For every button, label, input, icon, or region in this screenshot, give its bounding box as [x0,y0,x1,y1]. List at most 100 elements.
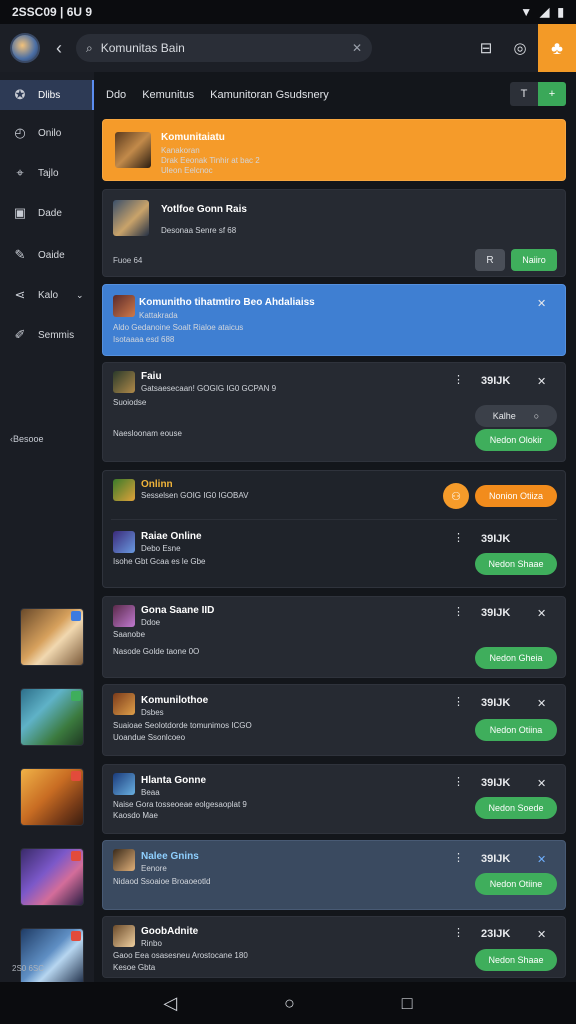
secondary-button[interactable]: R [475,249,505,271]
more-icon[interactable]: ⋮ [453,926,464,939]
community-avatar [113,371,135,393]
community-card[interactable]: Komunilothoe Dsbes Suaioae Seolotdorde t… [102,684,566,756]
community-icon[interactable]: ♣ [538,24,576,72]
close-icon[interactable]: ✕ [537,928,546,941]
sidebar-sub-link[interactable]: ‹Besooe [10,434,44,444]
sidebar-footer: 2S0 6SC [12,964,45,973]
tab-ddo[interactable]: Ddo [106,89,126,101]
sidebar-item-label: Kalo [38,289,59,301]
card-description: Aldo Gedanoine Soalt Rialoe ataicus [113,323,244,332]
chevron-down-icon: ⌄ [76,289,84,300]
card-subtitle: Sesselsen GOIG IG0 IGOBAV [141,491,249,500]
community-card[interactable]: Faiu Gatsaesecaan! GOGIG IG0 GCPAN 9 Suo… [102,362,566,462]
back-icon[interactable]: ‹ [48,38,70,59]
sidebar-sub-label: Besooe [13,434,44,444]
sidebar-item-tajlo[interactable]: ⌖ Tajlo [0,158,94,188]
game-thumbnail[interactable] [20,768,84,826]
card-description: Naise Gora tosseoeae eolgesaoplat 9 [113,800,247,809]
close-icon[interactable]: ✕ [537,607,546,620]
member-count: 23IJK [481,928,511,940]
card-meta: Nasode Golde taone 0O [113,647,200,656]
more-icon[interactable]: ⋮ [453,531,464,544]
wifi-icon: ▼ [520,5,533,19]
join-button[interactable]: Nedon Shaae [475,553,557,575]
card-title: Yotlfoe Gonn Rais [161,204,247,215]
join-button[interactable]: Nedon Olokir [475,429,557,451]
bookmark-icon[interactable]: ⊟ [474,36,498,60]
close-icon[interactable]: ✕ [537,777,546,790]
add-button[interactable]: + [538,82,566,106]
card-title: Komunitho tihatmtiro Beo Ahdaliaiss [139,297,315,308]
pencil-icon: ✐ [14,327,26,342]
close-icon[interactable]: ✕ [537,697,546,710]
toggle-button[interactable]: Kalhe ○ [475,405,557,427]
sidebar-item-dlibs[interactable]: ✪ Dlibs [0,80,94,110]
more-icon[interactable]: ⋮ [453,775,464,788]
card-subtitle: Ddoe [141,618,161,627]
camera-icon[interactable]: ◎ [508,36,532,60]
community-card[interactable]: Komunitaiatu Kanakoran Drak Eeonak Tinhi… [102,119,566,181]
more-icon[interactable]: ⋮ [453,373,464,386]
close-icon[interactable]: ✕ [537,375,546,388]
action-button[interactable]: Nonion Otiiza [475,485,557,507]
battery-icon: ▮ [557,5,564,19]
signal-icon: ◢ [540,5,550,19]
close-icon[interactable]: ✕ [537,853,546,866]
thumbnail-badge [71,691,81,701]
recents-nav-icon[interactable]: □ [402,993,413,1014]
notify-icon[interactable]: ⚇ [443,483,469,509]
home-nav-icon[interactable]: ○ [284,993,295,1014]
join-button[interactable]: Nedon Shaae [475,949,557,971]
game-thumbnail[interactable] [20,928,84,986]
card-title: Komunitaiatu [161,132,225,143]
sidebar: ✪ Dlibs ◴ Onilo ⌖ Tajlo ▣ Dade ✎ Oaide ⋖… [0,72,94,986]
community-card[interactable]: Onlinn Sesselsen GOIG IG0 IGOBAV ⚇ Nonio… [102,470,566,588]
avatar[interactable] [10,33,40,63]
card-title: Faiu [141,371,162,382]
community-card[interactable]: GoobAdnite Rinbo Gaoo Eea osasesneu Aros… [102,916,566,978]
more-icon[interactable]: ⋮ [453,695,464,708]
join-button[interactable]: Nedon Otiina [475,719,557,741]
community-avatar [113,925,135,947]
community-card[interactable]: Nalee Gnins Eenore Nidaod Ssoaioe Broaoe… [102,840,566,910]
community-card[interactable]: Komunitho tihatmtiro Beo Ahdaliaiss Katt… [102,284,566,356]
search-input[interactable]: Komunitas Bain [101,41,344,55]
search-bar[interactable]: ⌕ Komunitas Bain ✕ [76,34,372,62]
join-button[interactable]: Nedon Gheia [475,647,557,669]
join-button[interactable]: Nedon Soede [475,797,557,819]
card-subtitle: Kattakrada [139,311,178,320]
sidebar-item-semmis[interactable]: ✐ Semmis [0,320,94,350]
game-thumbnail[interactable] [20,848,84,906]
status-bar: 2SSC09 | 6U 9 ▼ ◢ ▮ [0,0,576,24]
community-card[interactable]: Yotlfoe Gonn Rais Desonaa Senre sf 68 Fu… [102,189,566,277]
top-bar: ‹ ⌕ Komunitas Bain ✕ ⊟ ◎ ♣ [0,24,576,72]
more-icon[interactable]: ⋮ [453,851,464,864]
filter-button[interactable]: T [510,82,538,106]
pin-icon: ⌖ [16,165,24,180]
sidebar-item-dade[interactable]: ▣ Dade [0,198,94,228]
more-icon[interactable]: ⋮ [453,605,464,618]
system-nav-bar: ◁ ○ □ [0,982,576,1024]
clear-icon[interactable]: ✕ [352,41,362,55]
card-subtitle: Debo Esne [141,544,181,553]
card-meta: Kaosdo Mae [113,811,158,820]
back-nav-icon[interactable]: ◁ [163,993,177,1014]
tab-kemunitus[interactable]: Kemunitus [142,89,194,101]
community-card[interactable]: Gona Saane IID Ddoe Saanobe Nasode Golde… [102,596,566,678]
join-button[interactable]: Nedon Otiine [475,873,557,895]
game-thumbnail[interactable] [20,608,84,666]
community-card[interactable]: Hlanta Gonne Beaa Naise Gora tosseoeae e… [102,764,566,834]
join-button[interactable]: Naiiro [511,249,557,271]
community-avatar [113,200,149,236]
tab-kamunitoran[interactable]: Kamunitoran Gsudsnery [210,89,329,101]
member-count: 39IJK [481,607,511,619]
sidebar-item-onilo[interactable]: ◴ Onilo [0,118,94,148]
sidebar-item-kalo[interactable]: ⋖ Kalo ⌄ [0,280,94,310]
card-subtitle: Kanakoran [161,146,200,155]
sidebar-item-oaide[interactable]: ✎ Oaide [0,240,94,270]
close-icon[interactable]: ✕ [537,297,546,310]
share-icon: ⋖ [14,287,26,302]
game-thumbnail[interactable] [20,688,84,746]
community-avatar [113,693,135,715]
card-title: Hlanta Gonne [141,775,207,786]
